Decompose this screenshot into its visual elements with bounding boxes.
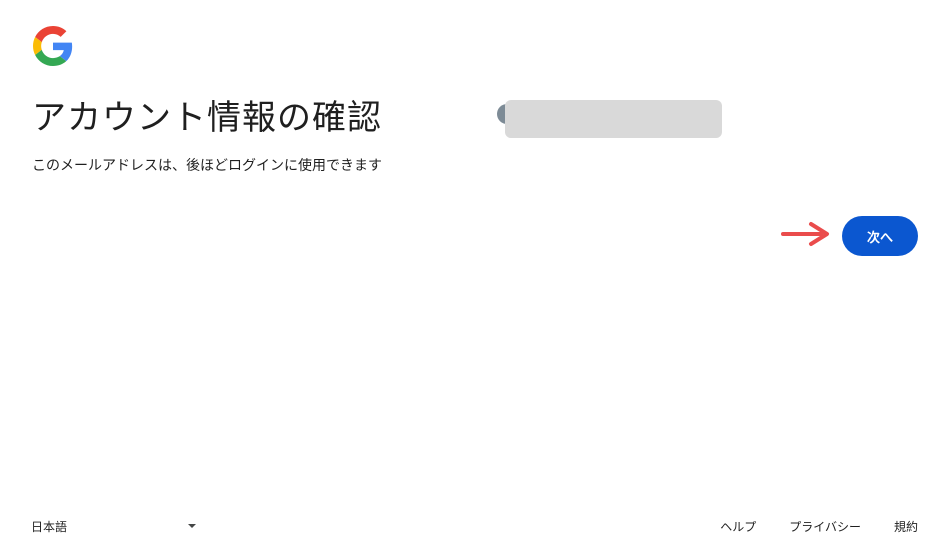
account-confirmation-page: アカウント情報の確認 このメールアドレスは、後ほどログインに使用できます 次へ …	[0, 0, 950, 556]
terms-link[interactable]: 規約	[894, 518, 918, 535]
account-chip	[497, 100, 723, 138]
next-button[interactable]: 次へ	[842, 216, 918, 256]
language-select[interactable]: 日本語	[31, 515, 199, 537]
caret-down-icon	[188, 524, 196, 528]
footer-links: ヘルプ プライバシー 規約	[687, 515, 918, 537]
page-subtitle: このメールアドレスは、後ほどログインに使用できます	[32, 158, 382, 174]
privacy-link[interactable]: プライバシー	[789, 518, 861, 535]
footer: 日本語 ヘルプ プライバシー 規約	[0, 515, 950, 537]
page-title: アカウント情報の確認	[32, 98, 382, 138]
help-link[interactable]: ヘルプ	[720, 518, 756, 535]
language-label: 日本語	[31, 519, 68, 534]
google-logo-icon	[33, 26, 73, 66]
arrow-right-icon	[781, 222, 829, 246]
redacted-email	[505, 100, 722, 138]
